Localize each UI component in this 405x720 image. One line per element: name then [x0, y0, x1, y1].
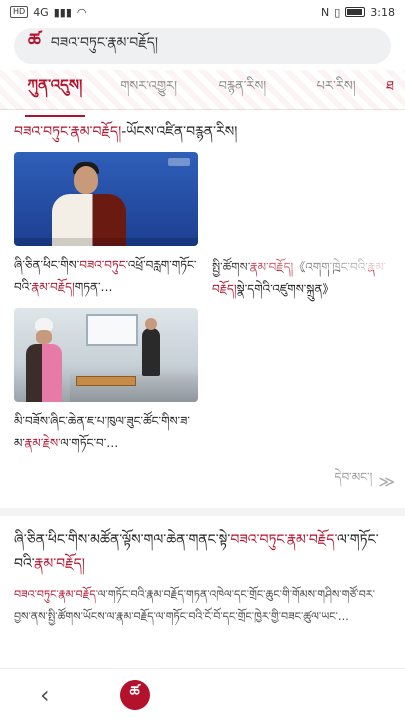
article-headline[interactable]: ཞི་ཅིན་ཕིང་གིས་མཚོན་ལྟོས་གལ་ཆེན་གནང་སྟེ་…: [14, 528, 391, 576]
search-bar[interactable]: ཚ བཟའ་བཏུང་རྣམ་བརྗོད།: [14, 28, 391, 64]
caption-part: སྣེ་དགེའི་འཛུགས་སྐྲུན》: [236, 282, 335, 296]
anchor-figure: [52, 160, 126, 246]
tab-photos[interactable]: པར་རིས།: [289, 63, 383, 116]
section-title-rest: -ཡོངས་འཛིན་བརྙན་རིས།: [121, 124, 238, 140]
nfc-icon: N: [321, 5, 330, 19]
vibrate-icon: ▯: [334, 5, 341, 19]
status-bar: HD 4G ▮▮▮ ◠ N ▯ 3:18: [0, 0, 405, 24]
video-thumbnail[interactable]: [14, 308, 198, 402]
tab-all[interactable]: ཀུན་འདུས།: [8, 61, 102, 119]
caption-highlight: རྣམ་རྗེས་: [24, 436, 61, 450]
tab-more[interactable]: ཐ: [383, 63, 397, 116]
caption-part: གཏན་…: [74, 280, 113, 294]
more-link[interactable]: དེབ་མང་། ≫: [0, 462, 405, 508]
bottom-navigation: ‹ ཚ: [0, 668, 405, 720]
tab-bar: ཀུན་འདུས། གསར་འགྱུར། བརྙན་རིས། པར་རིས། ཐ: [0, 70, 405, 117]
article-summary: བཟའ་བཏུང་རྣམ་བརྗོད་ལ་གཏོང་བའི་རྣམ་བརྗོད་…: [14, 584, 391, 636]
home-logo-icon[interactable]: ཚ: [119, 679, 150, 710]
double-chevron-right-icon[interactable]: ≫: [378, 472, 395, 491]
video-card-3[interactable]: མི་བཟོས་ཞིང་ཆེན་ཇ་པ་ཁུལ་ཟུང་ཚོང་གིས་ཟ་མ་…: [14, 308, 198, 454]
battery-icon: [345, 7, 366, 17]
section-divider: [0, 508, 405, 516]
article-item[interactable]: ཞི་ཅིན་ཕིང་གིས་མཚོན་ལྟོས་གལ་ཆེན་གནང་སྟེ་…: [0, 516, 405, 636]
tab-news[interactable]: གསར་འགྱུར།: [102, 63, 196, 116]
headline-part: ཞི་ཅིན་ཕིང་གིས་མཚོན་ལྟོས་གལ་ཆེན་གནང་སྟེ་: [14, 532, 231, 548]
card-caption[interactable]: ཞི་ཅིན་ཕིང་གིས་བཟའ་བཏུང་འཕྲོ་བརླག་གཏོང་བ…: [14, 254, 198, 298]
caption-part: 《འགག་ཁྲེང་བའི་: [293, 260, 368, 274]
caption-part: མི་བཟོས་ཞིང་ཆེན་ཇ་པ་ཁུལ་ཟུང་ཚོང་: [14, 414, 162, 428]
headline-highlight: རྣམ་བརྗོད།: [34, 556, 85, 572]
summary-highlight: བཟའ་བཏུང་རྣམ་བརྗོད་: [14, 588, 98, 601]
signal-indicator: 4G: [33, 5, 49, 19]
clock: 3:18: [370, 5, 395, 19]
tab-video[interactable]: བརྙན་རིས།: [196, 63, 290, 116]
channel-logo-icon: [168, 158, 190, 166]
card-caption-2[interactable]: སྤྱི་ཚོགས་རྣམ་བརྗོད།《འགག་ཁྲེང་བའི་རྣམ་བར…: [212, 152, 391, 300]
caption-highlight: རྣམ་བརྗོད།: [31, 280, 75, 294]
back-arrow-icon[interactable]: ‹: [40, 681, 50, 709]
wifi-icon: ◠: [76, 5, 87, 19]
caption-part: ཞི་ཅིན་ཕིང་གིས་: [14, 258, 80, 272]
caption-highlight: རྣམ་བརྗོད།: [249, 260, 294, 274]
section-title-highlight: བཟའ་བཏུང་རྣམ་བརྗོད།: [14, 124, 122, 140]
card-caption[interactable]: མི་བཟོས་ཞིང་ཆེན་ཇ་པ་ཁུལ་ཟུང་ཚོང་གིས་ཟ་མ་…: [14, 410, 198, 454]
network-badge: HD: [10, 6, 29, 18]
video-card-1[interactable]: ཞི་ཅིན་ཕིང་གིས་བཟའ་བཏུང་འཕྲོ་བརླག་གཏོང་བ…: [14, 152, 198, 300]
cook-figure: [26, 318, 62, 402]
headline-highlight: བཟའ་བཏུང་རྣམ་བརྗོད་: [230, 532, 337, 548]
caption-highlight: བཟའ་བཏུང་: [79, 258, 128, 272]
caption-part: སྤྱི་ཚོགས་: [212, 260, 250, 274]
video-thumbnail[interactable]: [14, 152, 198, 246]
more-label[interactable]: དེབ་མང་།: [335, 464, 373, 498]
signal-bars-icon: ▮▮▮: [53, 5, 72, 19]
caption-part: ལ་གཏོང་བ་…: [60, 436, 119, 450]
